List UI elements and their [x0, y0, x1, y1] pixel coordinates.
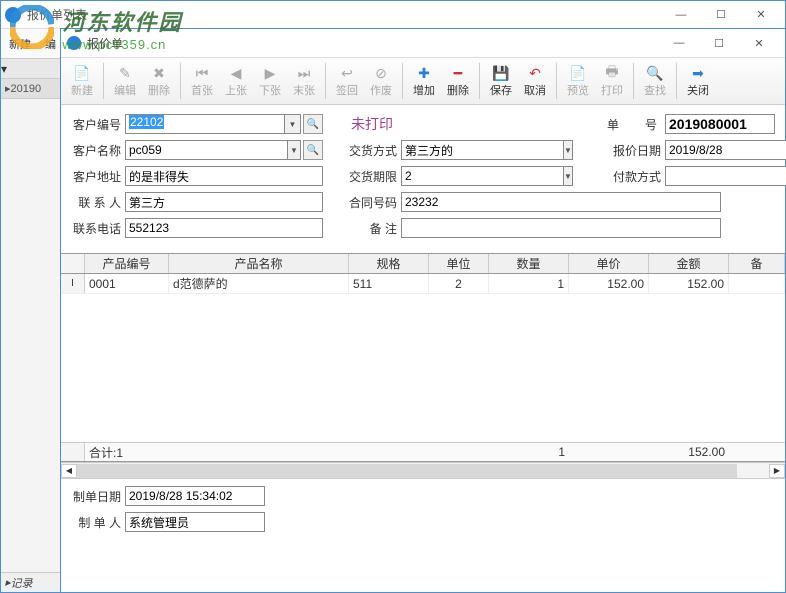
horizontal-scrollbar[interactable]: ◀ ▶	[61, 462, 785, 478]
tb-delete[interactable]: ✖删除	[142, 62, 176, 100]
inner-min-button[interactable]: —	[659, 32, 699, 54]
tb-add[interactable]: ✚增加	[407, 62, 441, 100]
inner-title-text: 报价单	[87, 35, 659, 52]
hdr-amount[interactable]: 金额	[649, 254, 729, 273]
toolbar: 📄新建 ✎编辑 ✖删除 ⏮首张 ◀上张 ▶下张 ⏭末张 ↩签回 ⊘作废 ✚增加 …	[61, 57, 785, 105]
hdr-name[interactable]: 产品名称	[169, 254, 349, 273]
chevron-down-icon[interactable]: ▼	[564, 166, 573, 186]
tb-new[interactable]: 📄新建	[65, 62, 99, 100]
outer-edit-button[interactable]: 编	[41, 35, 60, 53]
tb-close[interactable]: ➡关闭	[681, 62, 715, 100]
lbl-phone: 联系电话	[71, 220, 125, 237]
hdr-spec[interactable]: 规格	[349, 254, 429, 273]
scroll-left-icon[interactable]: ◀	[61, 464, 77, 478]
tb-signin[interactable]: ↩签回	[330, 62, 364, 100]
lbl-delivery-time: 交货期限	[347, 168, 401, 185]
lbl-maker: 制 单 人	[71, 514, 125, 531]
grid-body[interactable]: I 0001 d范德萨的 511 2 1 152.00 152.00	[61, 274, 785, 442]
grid-footer: 合计:1 1 152.00	[61, 442, 785, 462]
phone-input[interactable]	[125, 218, 323, 238]
lbl-delivery-method: 交货方式	[347, 142, 401, 159]
tb-find[interactable]: 🔍查找	[638, 62, 672, 100]
row-edit-icon[interactable]: I	[61, 274, 85, 293]
left-list-row[interactable]: ▸20190	[1, 79, 60, 99]
contract-no-input[interactable]	[401, 192, 721, 212]
scroll-right-icon[interactable]: ▶	[769, 464, 785, 478]
lbl-quote-date: 报价日期	[611, 142, 665, 159]
inner-max-button[interactable]: ☐	[699, 32, 739, 54]
bottom-info: 制单日期 制 单 人	[61, 478, 785, 543]
lbl-contact: 联 系 人	[71, 194, 125, 211]
outer-max-button[interactable]: ☐	[701, 4, 741, 26]
quote-window: 报价单 — ☐ ✕ 📄新建 ✎编辑 ✖删除 ⏮首张 ◀上张 ▶下张 ⏭末张 ↩签…	[60, 28, 786, 593]
hdr-code[interactable]: 产品编号	[85, 254, 169, 273]
left-list-header[interactable]: ▾	[1, 59, 60, 79]
tb-prev[interactable]: ◀上张	[219, 62, 253, 100]
tb-print[interactable]: 🖶打印	[595, 62, 629, 100]
tb-save[interactable]: 💾保存	[484, 62, 518, 100]
cust-addr-input[interactable]	[125, 166, 323, 186]
chevron-down-icon[interactable]: ▼	[288, 140, 301, 160]
lbl-make-date: 制单日期	[71, 488, 125, 505]
make-date-input[interactable]	[125, 486, 265, 506]
inner-app-icon	[67, 36, 81, 50]
order-no-input[interactable]	[665, 114, 775, 134]
lbl-cust-addr: 客户地址	[71, 168, 125, 185]
remark-input[interactable]	[401, 218, 721, 238]
lbl-order-a: 单	[607, 116, 623, 133]
tb-void[interactable]: ⊘作废	[364, 62, 398, 100]
delivery-method-combo[interactable]: ▼	[401, 140, 535, 160]
pay-method-combo[interactable]: ▼	[665, 166, 775, 186]
lookup-name-icon[interactable]: 🔍	[303, 140, 323, 160]
lbl-cust-name: 客户名称	[71, 142, 125, 159]
lbl-order-b: 号	[645, 116, 661, 133]
chevron-down-icon[interactable]: ▼	[564, 140, 573, 160]
inner-titlebar: 报价单 — ☐ ✕	[61, 29, 785, 57]
tb-cancel[interactable]: ↶取消	[518, 62, 552, 100]
lbl-remark: 备 注	[347, 220, 401, 237]
app-icon	[5, 7, 21, 23]
quote-date-input[interactable]: ▼	[665, 140, 775, 160]
lookup-cust-icon[interactable]: 🔍	[303, 114, 323, 134]
row-selector-header	[61, 254, 85, 273]
lbl-cust-no: 客户编号	[71, 116, 125, 133]
maker-input[interactable]	[125, 512, 265, 532]
hdr-qty[interactable]: 数量	[489, 254, 569, 273]
lbl-pay-method: 付款方式	[611, 168, 665, 185]
table-row[interactable]: I 0001 d范德萨的 511 2 1 152.00 152.00	[61, 274, 785, 294]
tb-edit[interactable]: ✎编辑	[108, 62, 142, 100]
hdr-unit[interactable]: 单位	[429, 254, 489, 273]
print-status: 未打印	[351, 114, 393, 134]
form-area: 客户编号 22102 ▼ 🔍 未打印 单 号 客户名称 ▼ 🔍 交货方式 ▼	[61, 105, 785, 249]
inner-close-button[interactable]: ✕	[739, 32, 779, 54]
outer-close-button[interactable]: ✕	[741, 4, 781, 26]
grid-header: 产品编号 产品名称 规格 单位 数量 单价 金额 备	[61, 254, 785, 274]
cust-no-combo[interactable]: 22102 ▼	[125, 114, 301, 134]
contact-input[interactable]	[125, 192, 323, 212]
outer-new-button[interactable]: 新建	[5, 35, 35, 53]
cust-name-combo[interactable]: ▼	[125, 140, 301, 160]
tb-del[interactable]: ━删除	[441, 62, 475, 100]
lbl-contract-no: 合同号码	[347, 194, 401, 211]
outer-title-text: 报价单列表	[27, 6, 661, 23]
delivery-time-combo[interactable]: ▼	[401, 166, 535, 186]
left-list: ▾ ▸20190	[1, 59, 61, 592]
scroll-thumb[interactable]	[77, 464, 737, 478]
tb-first[interactable]: ⏮首张	[185, 62, 219, 100]
hdr-note[interactable]: 备	[729, 254, 785, 273]
hdr-price[interactable]: 单价	[569, 254, 649, 273]
outer-min-button[interactable]: —	[661, 4, 701, 26]
tb-last[interactable]: ⏭末张	[287, 62, 321, 100]
outer-titlebar: 报价单列表 — ☐ ✕	[1, 1, 785, 29]
chevron-down-icon[interactable]: ▼	[285, 114, 301, 134]
tb-next[interactable]: ▶下张	[253, 62, 287, 100]
tb-preview[interactable]: 📄预览	[561, 62, 595, 100]
items-grid: 产品编号 产品名称 规格 单位 数量 单价 金额 备 I 0001 d范德萨的 …	[61, 253, 785, 478]
